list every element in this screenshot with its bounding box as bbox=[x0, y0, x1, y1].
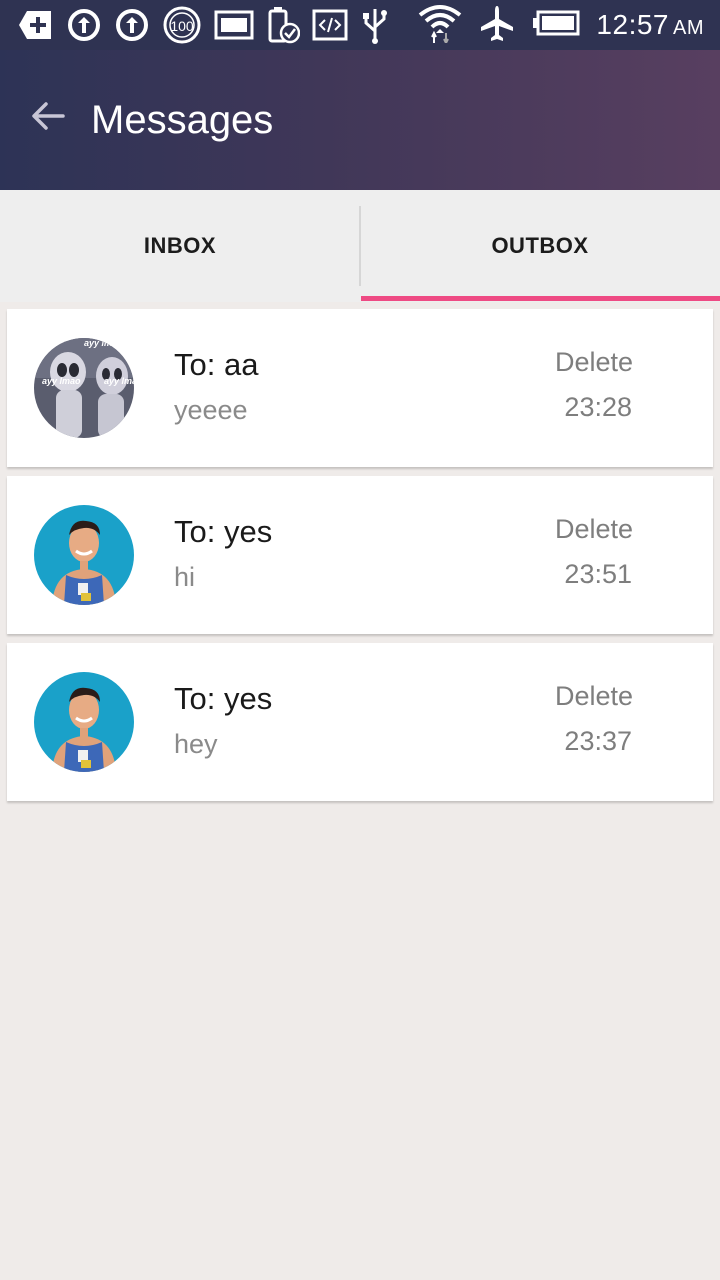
status-bar: 100 12:57 AM bbox=[0, 0, 720, 50]
sync-icon bbox=[66, 7, 102, 43]
message-item[interactable]: To: yes hey Delete 23:37 bbox=[7, 643, 713, 801]
alien-meme-avatar[interactable]: ayy lmao ayy lmao ayy lmao bbox=[34, 338, 134, 438]
code-icon bbox=[312, 9, 348, 41]
tab-selected-indicator bbox=[361, 296, 720, 301]
wifi-icon bbox=[418, 3, 462, 48]
battery-icon bbox=[532, 10, 580, 41]
avatar-caption-left: ayy lmao bbox=[42, 376, 81, 386]
avatar-caption-top: ayy lmao bbox=[84, 338, 123, 348]
message-time: 23:51 bbox=[564, 559, 632, 589]
message-time: 23:28 bbox=[564, 392, 632, 422]
message-item[interactable]: To: yes hi Delete 23:51 bbox=[7, 476, 713, 634]
tab-inbox[interactable]: INBOX bbox=[0, 190, 360, 302]
message-recipient: To: yes bbox=[174, 681, 273, 716]
system-status: 12:57 AM bbox=[418, 4, 704, 47]
delete-button[interactable]: Delete bbox=[555, 681, 633, 712]
message-list: ayy lmao ayy lmao ayy lmao To: aa yeeee … bbox=[7, 309, 713, 810]
page-title: Messages bbox=[91, 98, 274, 142]
back-button[interactable] bbox=[26, 96, 70, 140]
svg-text:100: 100 bbox=[170, 18, 194, 34]
airplane-icon bbox=[478, 4, 516, 47]
message-item[interactable]: ayy lmao ayy lmao ayy lmao To: aa yeeee … bbox=[7, 309, 713, 467]
arrow-back-icon bbox=[31, 101, 65, 136]
usb-icon bbox=[360, 5, 390, 45]
message-recipient: To: aa bbox=[174, 347, 259, 382]
tab-outbox[interactable]: OUTBOX bbox=[360, 190, 720, 302]
clock-time: 12:57 bbox=[596, 9, 669, 40]
message-preview: hi bbox=[174, 562, 196, 592]
notification-icons: 100 bbox=[18, 6, 390, 44]
battery-100-icon: 100 bbox=[162, 5, 202, 45]
clock-ampm: AM bbox=[673, 17, 704, 39]
image-icon bbox=[214, 9, 254, 41]
status-clock: 12:57 AM bbox=[596, 9, 704, 41]
battery-check-icon bbox=[266, 5, 300, 45]
message-time: 23:37 bbox=[564, 726, 632, 756]
delete-button[interactable]: Delete bbox=[555, 514, 633, 545]
tab-divider bbox=[359, 206, 361, 286]
avatar-caption-right: ayy lmao bbox=[104, 376, 134, 386]
delete-button[interactable]: Delete bbox=[555, 347, 633, 378]
message-recipient: To: yes bbox=[174, 514, 273, 549]
message-preview: yeeee bbox=[174, 395, 248, 425]
message-preview: hey bbox=[174, 729, 218, 759]
add-icon bbox=[18, 9, 54, 41]
sync-icon bbox=[114, 7, 150, 43]
app-bar: Messages bbox=[0, 50, 720, 190]
person-avatar[interactable] bbox=[34, 672, 134, 772]
person-avatar[interactable] bbox=[34, 505, 134, 605]
